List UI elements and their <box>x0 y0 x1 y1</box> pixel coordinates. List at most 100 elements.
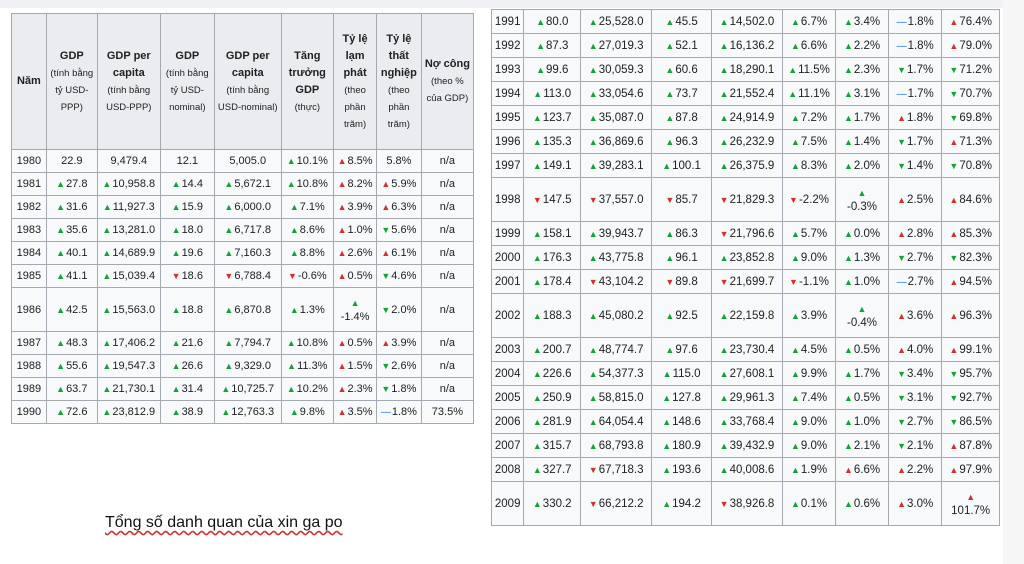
gdp-per-capita-nominal-cell: 14,502.0 <box>710 9 784 34</box>
inflation-cell: 3.1% <box>834 81 890 106</box>
year-cell: 1994 <box>490 81 525 106</box>
public-debt-cell: 92.7% <box>941 385 1000 410</box>
trend-value-triangle-up-icon: 330.2 <box>533 498 572 510</box>
table-row: 1987 48.3 17,406.2 21.6 7,794.7 10.8% 0.5% 3.9%… <box>11 331 475 355</box>
column-header-subtitle: (theo phần trăm) <box>387 84 410 130</box>
year-cell: 1983 <box>11 218 47 242</box>
column-header-subtitle: (tính bằng USD-PPP) <box>106 84 152 113</box>
trend-value-triangle-down-icon: 147.5 <box>533 194 572 206</box>
caption-text[interactable]: Tổng số danh quan của xin ga po <box>105 514 343 532</box>
trend-value-triangle-down-icon: 70.7% <box>949 88 992 100</box>
gdp-nominal-cell: 97.6 <box>651 337 712 362</box>
gdp-growth-cell: 3.9% <box>782 293 836 338</box>
column-header: Tỷ lệ lạm phát (theo phần trăm) <box>333 13 377 150</box>
gdp-ppp-cell: 123.7 <box>523 105 582 130</box>
trend-value-triangle-down-icon: 66,212.2 <box>589 498 644 510</box>
gdp-growth-cell: 10.8% <box>280 172 335 196</box>
inflation-cell: 0.6% <box>834 481 890 526</box>
trend-value-triangle-up-icon: 80.0 <box>536 16 568 28</box>
trend-value-dash-icon: 1.8% <box>897 16 934 28</box>
trend-value-triangle-up-icon: 92.5 <box>665 310 697 322</box>
trend-value-triangle-up-icon: 71.3% <box>949 136 992 148</box>
trend-value-triangle-up-icon: 25,528.0 <box>589 16 644 28</box>
gdp-growth-cell: 1.3% <box>280 287 335 332</box>
gdp-per-capita-ppp-cell: 9,479.4 <box>96 149 161 173</box>
trend-value-triangle-down-icon: 37,557.0 <box>589 194 644 206</box>
trend-value-triangle-up-icon: 68,793.8 <box>589 440 644 452</box>
trend-value-triangle-up-icon: 1.7% <box>844 112 880 124</box>
trend-value-triangle-up-icon: 14,502.0 <box>720 16 775 28</box>
trend-value-triangle-up-icon: 2.3% <box>338 383 373 395</box>
trend-value-triangle-down-icon: 71.2% <box>949 64 992 76</box>
gdp-per-capita-nominal-cell: 40,008.6 <box>710 457 784 482</box>
public-debt-cell: 79.0% <box>941 33 1000 58</box>
trend-value-triangle-up-icon: 250.9 <box>533 392 572 404</box>
cell-value: n/a <box>439 337 456 349</box>
cell-value: n/a <box>439 224 456 236</box>
trend-value-triangle-up-icon: 6.6% <box>844 464 880 476</box>
year-cell: 1985 <box>11 264 47 288</box>
unemployment-cell: 1.8% <box>888 9 943 34</box>
year-cell: 2005 <box>490 385 525 410</box>
cell-value: n/a <box>439 247 456 259</box>
table-row: 2003 200.7 48,774.7 97.6 23,730.4 4.5% 0.5% 4.0… <box>490 337 1000 362</box>
trend-value-triangle-up-icon: 33,054.6 <box>589 88 644 100</box>
trend-value-triangle-up-icon: 26,232.9 <box>720 136 775 148</box>
gdp-per-capita-nominal-cell: 26,375.9 <box>710 153 784 178</box>
gdp-nominal-cell: 18.8 <box>159 287 215 332</box>
table-row: 1989 63.7 21,730.1 31.4 10,725.7 10.2% 2.3% 1.8… <box>11 377 475 401</box>
trend-value-triangle-up-icon: 123.7 <box>533 112 572 124</box>
trend-value-triangle-up-icon: 48,774.7 <box>589 344 644 356</box>
table-row: 1983 35.6 13,281.0 18.0 6,717.8 8.6% 1.0% 5.6% n… <box>11 218 475 242</box>
trend-value-triangle-up-icon: 18.8 <box>172 304 203 316</box>
cell-value: n/a <box>439 360 456 372</box>
gdp-growth-cell: 7.2% <box>782 105 836 130</box>
year-cell: 1990 <box>11 400 47 424</box>
inflation-cell: 2.2% <box>834 33 890 58</box>
gdp-per-capita-nominal-cell: 5,005.0 <box>213 149 282 173</box>
year-cell: 1991 <box>490 9 525 34</box>
trend-value-triangle-up-icon: 36,869.6 <box>589 136 644 148</box>
public-debt-cell: 70.8% <box>941 153 1000 178</box>
gdp-per-capita-nominal-cell: 22,159.8 <box>710 293 784 338</box>
unemployment-cell: 1.4% <box>888 153 943 178</box>
trend-value-triangle-up-icon: 1.5% <box>338 360 373 372</box>
gdp-ppp-cell: 72.6 <box>45 400 98 424</box>
gdp-growth-cell: 11.1% <box>782 81 836 106</box>
trend-value-triangle-up-icon: 4.0% <box>897 344 933 356</box>
trend-value-triangle-up-icon: 31.6 <box>56 201 87 213</box>
table-row: 1990 72.6 23,812.9 38.9 12,763.3 9.8% 3.5% 1.8%… <box>11 400 475 424</box>
trend-value-triangle-up-icon: 87.3 <box>536 40 568 52</box>
gdp-per-capita-nominal-cell: 21,829.3 <box>710 177 784 222</box>
trend-value-triangle-up-icon: 63.7 <box>56 383 87 395</box>
public-debt-cell: 96.3% <box>941 293 1000 338</box>
gdp-ppp-cell: 35.6 <box>45 218 98 242</box>
gdp-growth-cell: 9.0% <box>782 409 836 434</box>
table-row: 1986 42.5 15,563.0 18.8 6,870.8 1.3% ▲ -1.4% 2.0… <box>11 287 475 332</box>
inflation-cell: 0.5% <box>834 337 890 362</box>
gdp-per-capita-ppp-cell: 48,774.7 <box>580 337 653 362</box>
unemployment-cell: 6.1% <box>375 241 422 265</box>
trend-value-triangle-up-icon: 86.3 <box>665 228 697 240</box>
public-debt-cell: 71.2% <box>941 57 1000 82</box>
trend-value-triangle-up-icon: 19.6 <box>172 247 203 259</box>
public-debt-cell: n/a <box>420 377 475 401</box>
table-row: 1993 99.6 30,059.3 60.6 18,290.1 11.5% 2.3% 1.7… <box>490 57 1000 82</box>
gdp-per-capita-nominal-cell: 38,926.8 <box>710 481 784 526</box>
gdp-ppp-cell: 200.7 <box>523 337 582 362</box>
trend-value-triangle-up-icon: 10.1% <box>287 155 328 167</box>
cell-value: -0.3% <box>846 200 878 213</box>
gdp-per-capita-nominal-cell: 6,870.8 <box>213 287 282 332</box>
table-row: 2008 327.7 67,718.3 193.6 40,008.6 1.9% 6.6% 2.… <box>490 457 1000 482</box>
trend-value-triangle-up-icon: 11,927.3 <box>103 201 155 213</box>
unemployment-cell: 2.0% <box>375 287 422 332</box>
trend-value-triangle-up-icon: 39,432.9 <box>720 440 775 452</box>
trend-value-triangle-up-icon: 327.7 <box>533 464 572 476</box>
table-row: 2005 250.9 58,815.0 127.8 29,961.3 7.4% 0.5% 3.… <box>490 385 1000 410</box>
gdp-growth-cell: -0.6% <box>280 264 335 288</box>
inflation-cell: 2.1% <box>834 433 890 458</box>
gdp-per-capita-ppp-cell: 13,281.0 <box>96 218 161 242</box>
inflation-cell: 1.0% <box>834 409 890 434</box>
trend-value-triangle-up-icon: 9.0% <box>791 252 827 264</box>
trend-value-triangle-up-icon: 23,730.4 <box>720 344 775 356</box>
